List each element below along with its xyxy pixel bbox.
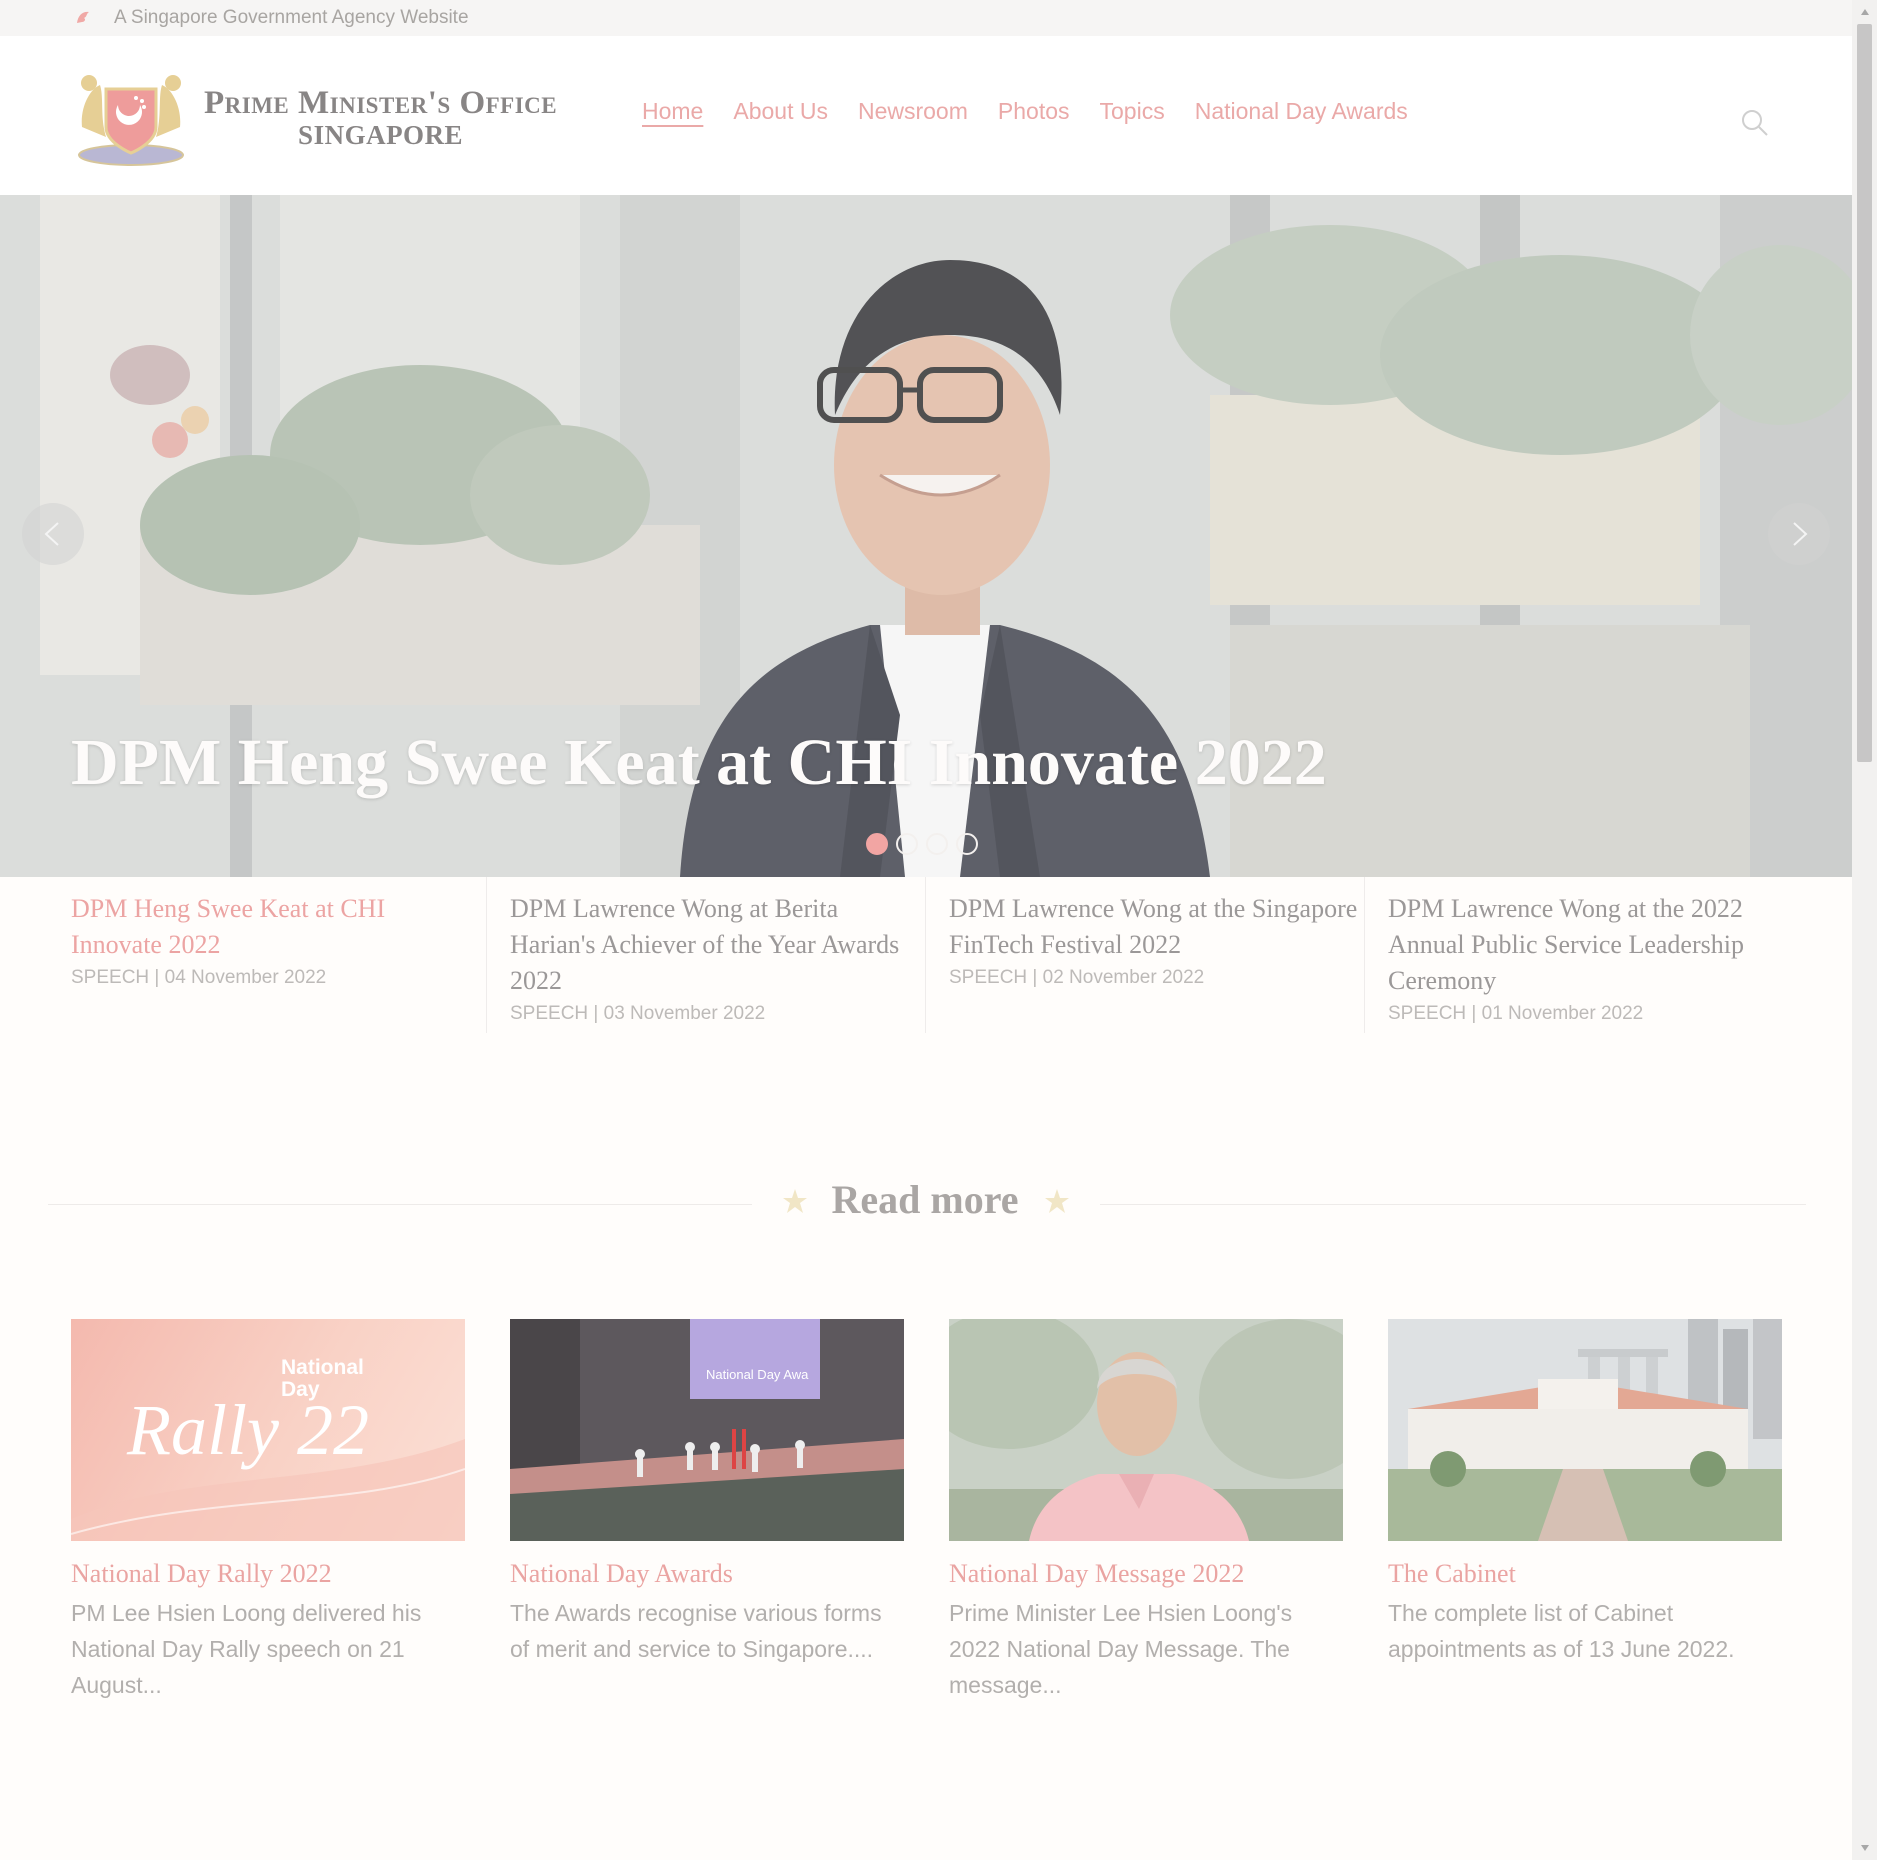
card-image-cabinet[interactable]	[1388, 1319, 1782, 1541]
card-description: The Awards recognise various forms of me…	[510, 1600, 882, 1662]
card-description: PM Lee Hsien Loong delivered his Nationa…	[71, 1600, 422, 1698]
scroll-up-icon[interactable]	[1857, 4, 1872, 20]
headline-item[interactable]: DPM Heng Swee Keat at CHI Innovate 2022 …	[71, 891, 481, 989]
read-more-card[interactable]: National Day Message 2022 Prime Minister…	[949, 1319, 1343, 1703]
headline-strip: DPM Heng Swee Keat at CHI Innovate 2022 …	[0, 877, 1852, 1037]
chevron-left-icon	[44, 522, 59, 546]
nav-home[interactable]: Home	[642, 98, 703, 125]
logo-title: Prime Minister's Office	[204, 85, 558, 121]
carousel-dot-4[interactable]	[956, 833, 978, 855]
card-description: Prime Minister Lee Hsien Loong's 2022 Na…	[949, 1600, 1293, 1698]
singapore-crest-icon	[78, 75, 184, 166]
headline-item[interactable]: DPM Lawrence Wong at the Singapore FinTe…	[949, 891, 1359, 989]
carousel-next-button[interactable]	[1768, 503, 1830, 565]
nav-photos[interactable]: Photos	[998, 98, 1070, 125]
nav-about-us[interactable]: About Us	[733, 98, 828, 125]
carousel-dot-3[interactable]	[926, 833, 948, 855]
card-title[interactable]: National Day Message 2022	[949, 1559, 1343, 1589]
carousel-prev-button[interactable]	[22, 503, 84, 565]
headline-title[interactable]: DPM Lawrence Wong at the 2022 Annual Pub…	[1388, 891, 1798, 999]
logo-subtitle: SINGAPORE	[298, 120, 464, 150]
divider	[925, 877, 926, 1033]
headline-title[interactable]: DPM Lawrence Wong at Berita Harian's Ach…	[510, 891, 920, 999]
card-title[interactable]: The Cabinet	[1388, 1559, 1782, 1589]
headline-meta: SPEECH | 02 November 2022	[949, 967, 1205, 988]
headline-meta: SPEECH | 01 November 2022	[1388, 1003, 1644, 1024]
card-description: The complete list of Cabinet appointment…	[1388, 1600, 1735, 1662]
awards-screen-text: National Day Awa	[706, 1367, 809, 1382]
carousel-dots	[866, 833, 978, 855]
ndr-image-script: Rally 22	[127, 1390, 369, 1470]
read-more-card[interactable]: National Day Awa National Day Awards The…	[510, 1319, 904, 1667]
card-image-ndr[interactable]: National Day Rally 22	[71, 1319, 465, 1541]
site-header: Prime Minister's Office SINGAPORE Home A…	[0, 36, 1852, 195]
divider	[486, 877, 487, 1033]
main-nav: Home About Us Newsroom Photos Topics Nat…	[642, 98, 1408, 125]
divider	[1364, 877, 1365, 1033]
headline-title[interactable]: DPM Lawrence Wong at the Singapore FinTe…	[949, 891, 1359, 963]
scrollbar-thumb[interactable]	[1857, 24, 1872, 762]
headline-title[interactable]: DPM Heng Swee Keat at CHI Innovate 2022	[71, 891, 481, 963]
read-more-card[interactable]: The Cabinet The complete list of Cabinet…	[1388, 1319, 1782, 1667]
nav-national-day-awards[interactable]: National Day Awards	[1195, 98, 1408, 125]
masthead-text: A Singapore Government Agency Website	[114, 7, 469, 28]
chevron-right-icon	[1793, 522, 1808, 546]
government-masthead: A Singapore Government Agency Website	[0, 0, 1852, 36]
search-icon[interactable]	[1740, 108, 1770, 138]
divider	[1100, 1204, 1806, 1205]
hero-title[interactable]: DPM Heng Swee Keat at CHI Innovate 2022	[71, 725, 1327, 801]
read-more-heading: Read more	[831, 1177, 1019, 1222]
headline-meta: SPEECH | 03 November 2022	[510, 1003, 766, 1024]
headline-item[interactable]: DPM Lawrence Wong at the 2022 Annual Pub…	[1388, 891, 1798, 1025]
headline-item[interactable]: DPM Lawrence Wong at Berita Harian's Ach…	[510, 891, 920, 1025]
divider	[48, 1204, 752, 1205]
read-more-card[interactable]: National Day Rally 22 National Day Rally…	[71, 1319, 465, 1703]
pmo-logo[interactable]: Prime Minister's Office SINGAPORE	[70, 66, 600, 170]
card-image-message[interactable]	[949, 1319, 1343, 1541]
nav-newsroom[interactable]: Newsroom	[858, 98, 968, 125]
scroll-down-icon[interactable]	[1857, 1840, 1872, 1856]
headline-meta: SPEECH | 04 November 2022	[71, 967, 327, 988]
carousel-dot-1[interactable]	[866, 833, 888, 855]
card-image-awards[interactable]: National Day Awa	[510, 1319, 904, 1541]
star-icon	[1045, 1189, 1069, 1213]
carousel-dot-2[interactable]	[896, 833, 918, 855]
card-title[interactable]: National Day Awards	[510, 1559, 904, 1589]
lion-head-icon	[72, 7, 94, 29]
hero-carousel[interactable]: DPM Heng Swee Keat at CHI Innovate 2022	[0, 195, 1852, 877]
page-scrollbar[interactable]	[1852, 0, 1877, 1860]
card-title[interactable]: National Day Rally 2022	[71, 1559, 465, 1589]
nav-topics[interactable]: Topics	[1100, 98, 1165, 125]
